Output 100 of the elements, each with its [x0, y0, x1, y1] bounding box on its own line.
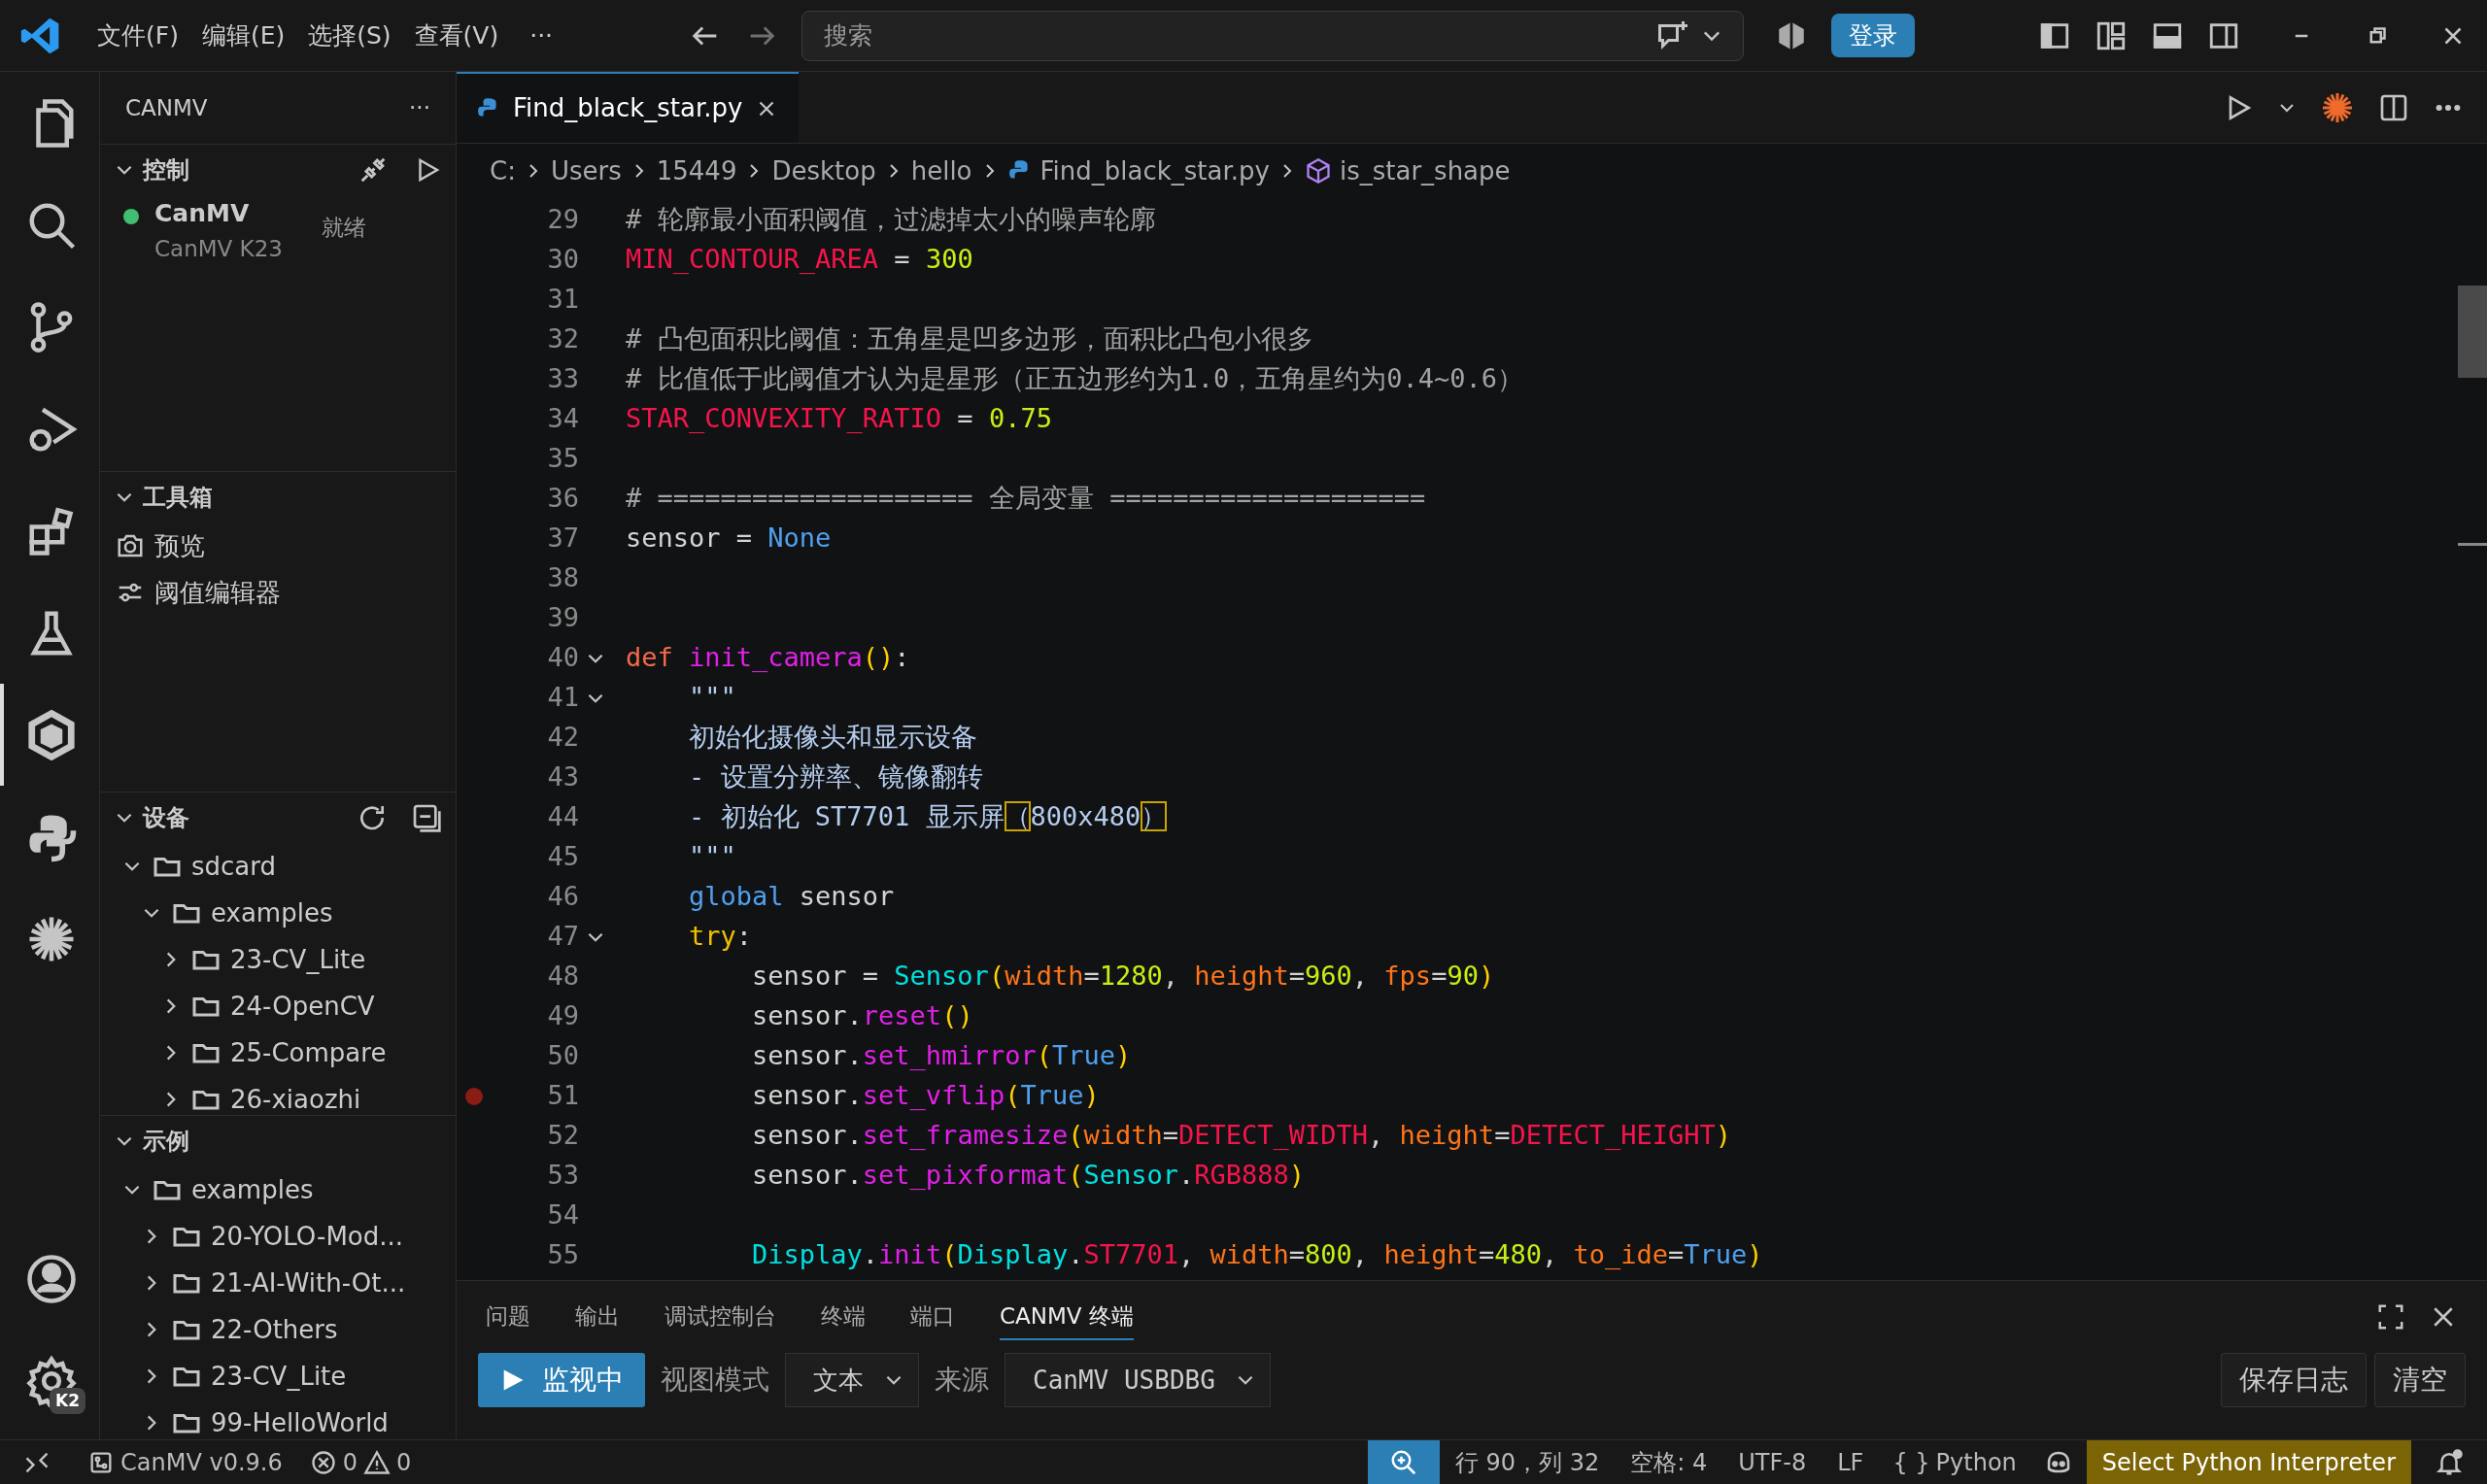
sidebar-title: CANMV [125, 93, 208, 122]
problems-status[interactable]: 0 0 [295, 1440, 426, 1484]
tree-item[interactable]: 99-HelloWorld [100, 1400, 456, 1439]
breakpoint-dot[interactable] [465, 1087, 483, 1105]
line-number: 43 [546, 760, 579, 794]
code-line: sensor.reset() [751, 999, 973, 1033]
folder-label: 99-HelloWorld [211, 1406, 389, 1439]
section-title: 控制 [143, 155, 189, 186]
more-menu[interactable]: ··· [409, 90, 430, 125]
encoding[interactable]: UTF-8 [1722, 1440, 1823, 1484]
collapse-icon[interactable] [411, 802, 442, 833]
version-status[interactable]: CanMV v0.9.6 [74, 1440, 296, 1484]
breadcrumb-item[interactable]: Desktop [771, 152, 876, 190]
breadcrumb-item[interactable]: is_star_shape [1304, 152, 1511, 190]
panel-tab[interactable]: 端口 [910, 1293, 955, 1341]
line-number: 34 [546, 402, 579, 436]
source-label: 来源 [935, 1363, 989, 1398]
code-line: sensor.set_hmirror(True) [751, 1039, 1132, 1073]
device-detail: CanMV K23 [154, 234, 283, 263]
line-number: 42 [546, 721, 579, 755]
section-header[interactable]: 设备 [100, 793, 456, 843]
line-number: 50 [546, 1039, 579, 1073]
tree-item[interactable]: examples [100, 1166, 456, 1213]
tree-item[interactable]: 20-YOLO-Mod... [100, 1213, 456, 1260]
view-mode-select[interactable]: 文本 [785, 1353, 919, 1407]
bell-icon[interactable] [2435, 1447, 2464, 1477]
menu-item[interactable]: 查看(V) [402, 13, 511, 58]
tree-item[interactable]: 21-AI-With-Ot... [100, 1260, 456, 1306]
cursor-position[interactable]: 行 90，列 32 [1439, 1440, 1616, 1484]
search-box[interactable]: 搜索 [801, 10, 1744, 61]
folder-label: 23-CV_Lite [211, 1360, 347, 1393]
scrollbar-thumb[interactable] [2458, 286, 2487, 378]
panel-tab[interactable]: 输出 [575, 1293, 620, 1341]
view-mode-label: 视图模式 [661, 1363, 769, 1398]
more-menu[interactable]: ··· [518, 13, 565, 58]
tree-item[interactable]: examples [100, 890, 456, 936]
source-select[interactable]: CanMV USBDBG [1005, 1353, 1271, 1407]
line-number: 29 [546, 203, 579, 237]
breadcrumb-item[interactable]: Users [550, 152, 622, 190]
activity-badge: K2 [50, 1387, 85, 1414]
section-header[interactable]: 示例 [100, 1116, 456, 1166]
panel-tab[interactable]: 调试控制台 [664, 1293, 776, 1341]
code-line: 初始化摄像头和显示设备 [688, 721, 978, 755]
breadcrumb-item[interactable]: Find_black_star.py [1006, 152, 1270, 190]
panel-tab[interactable]: CANMV 终端 [1000, 1293, 1134, 1341]
tool-label: 阈值编辑器 [154, 576, 281, 609]
line-number: 39 [546, 601, 579, 635]
menu-item[interactable]: 编辑(E) [189, 13, 297, 58]
folder-label: 23-CV_Lite [230, 943, 366, 976]
device-name[interactable]: CanMV [154, 195, 283, 232]
panel-tab[interactable]: 终端 [821, 1293, 866, 1341]
save-log-button[interactable]: 保存日志 [2221, 1353, 2367, 1407]
folder-label: sdcard [191, 850, 276, 883]
code-line: sensor.set_vflip(True) [751, 1079, 1100, 1113]
menu-item[interactable]: 选择(S) [296, 13, 403, 58]
tree-item[interactable]: 22-Others [100, 1306, 456, 1353]
tool-item[interactable]: 预览 [100, 523, 456, 569]
section-header[interactable]: 控制 [100, 145, 456, 195]
panel-tab[interactable]: 问题 [486, 1293, 530, 1341]
clear-button[interactable]: 清空 [2374, 1353, 2466, 1407]
line-number: 37 [546, 522, 579, 556]
tool-item[interactable]: 阈值编辑器 [100, 569, 456, 616]
code-line: def init_camera(): [625, 641, 910, 675]
tree-item[interactable]: 24-OpenCV [100, 983, 456, 1029]
breadcrumb-item[interactable]: C: [490, 152, 516, 190]
folder-label: 24-OpenCV [230, 990, 375, 1023]
activity-tab[interactable]: K2 [0, 1330, 99, 1432]
language-glyph: { } [1892, 1447, 1930, 1478]
breadcrumb-item[interactable]: hello [910, 152, 972, 190]
section-header[interactable]: 工具箱 [100, 472, 456, 523]
line-number: 41 [546, 681, 579, 715]
tree-item[interactable]: 23-CV_Lite [100, 936, 456, 983]
interpreter-button[interactable]: Select Python Interpreter [2086, 1440, 2411, 1484]
code-line: Display.init(Display.ST7701, width=800, height=480, to_ide=True) [751, 1238, 1763, 1272]
zoom-button[interactable] [1367, 1440, 1440, 1484]
line-number: 31 [546, 283, 579, 317]
line-number: 45 [546, 840, 579, 874]
monitor-button[interactable]: 监视中 [478, 1353, 645, 1407]
line-number: 52 [546, 1119, 579, 1153]
folder-label: examples [211, 896, 333, 929]
tree-item[interactable]: 23-CV_Lite [100, 1353, 456, 1400]
code-line: # 轮廓最小面积阈值，过滤掉太小的噪声轮廓 [625, 203, 1156, 237]
indentation[interactable]: 空格: 4 [1615, 1440, 1723, 1484]
editor-tab[interactable]: Find_black_star.py [457, 72, 800, 143]
maximize-icon[interactable] [2376, 1302, 2405, 1332]
tree-item[interactable]: sdcard [100, 843, 456, 890]
language-status[interactable]: { } Python [1879, 1440, 2030, 1484]
line-ending[interactable]: LF [1822, 1440, 1880, 1484]
code-line: sensor = None [625, 522, 832, 556]
section-title: 示例 [143, 1127, 189, 1157]
tab-label: Find_black_star.py [513, 92, 743, 124]
breadcrumb-item[interactable]: 15449 [656, 152, 737, 190]
tree-item[interactable]: 25-Compare [100, 1029, 456, 1076]
tree-item[interactable]: 26-xiaozhi [100, 1076, 456, 1115]
warning-count: 0 [396, 1447, 412, 1478]
code-line: # ==================== 全局变量 ==================== [625, 482, 1426, 516]
folder-label: examples [191, 1173, 314, 1206]
login-button[interactable]: 登录 [1830, 13, 1915, 58]
menu-item[interactable]: 文件(F) [85, 13, 190, 58]
search-field[interactable]: 搜索 [821, 16, 1646, 55]
